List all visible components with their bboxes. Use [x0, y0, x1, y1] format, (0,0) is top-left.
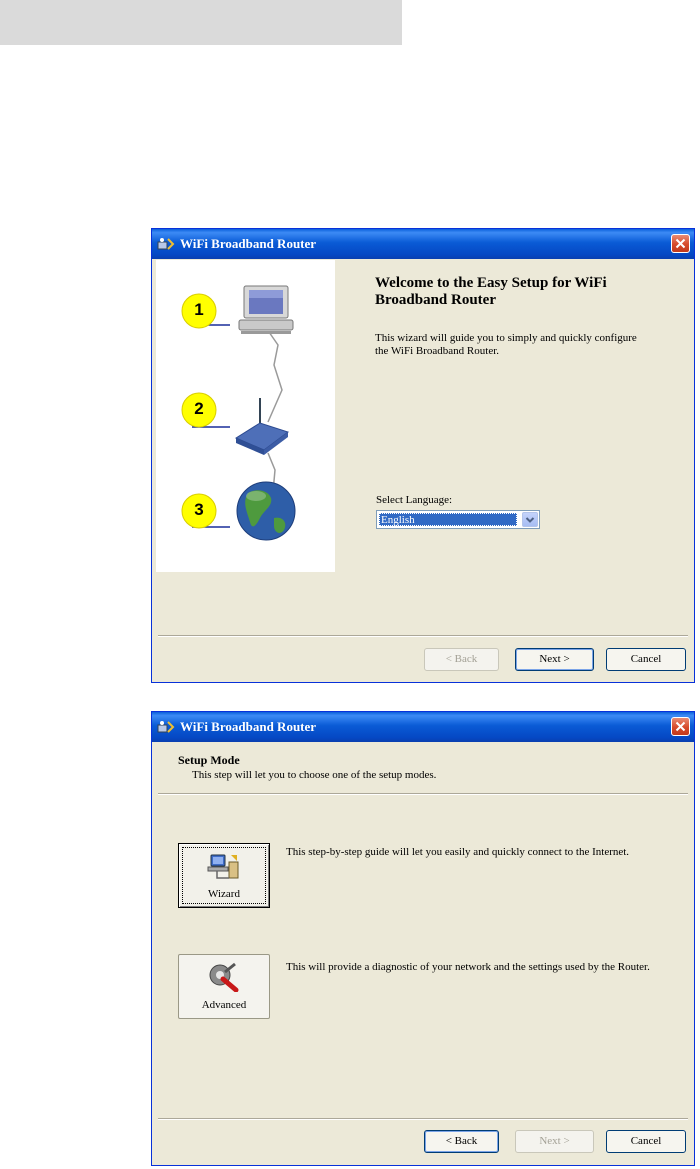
header-gray-bar [0, 0, 402, 45]
close-button[interactable] [671, 234, 690, 253]
wizard-description: This step-by-step guide will let you eas… [286, 846, 630, 858]
cancel-button[interactable]: Cancel [606, 1130, 686, 1153]
router-icon [234, 398, 290, 455]
cancel-button[interactable]: Cancel [606, 648, 686, 671]
window-title: WiFi Broadband Router [180, 236, 317, 251]
footer-separator [158, 1118, 688, 1120]
welcome-description: This wizard will guide you to simply and… [375, 332, 637, 357]
advanced-tools-icon [209, 962, 239, 992]
next-button[interactable]: Next > [515, 1130, 594, 1153]
advanced-button[interactable]: Advanced [178, 954, 270, 1019]
setup-mode-dialog: WiFi Broadband Router Setup Mode This st… [151, 711, 695, 1166]
wizard-icon [207, 854, 239, 879]
window-title: WiFi Broadband Router [180, 719, 317, 734]
setup-steps-illustration [181, 285, 296, 541]
section-subtitle: This step will let you to choose one of … [192, 769, 437, 781]
language-label: Select Language: [376, 494, 453, 506]
language-selected-value: English [379, 513, 517, 526]
step-3-number: 3 [194, 500, 204, 519]
step-2-number: 2 [194, 399, 204, 418]
step-1-number: 1 [194, 300, 204, 319]
wizard-label: Wizard [208, 888, 240, 900]
footer-separator [158, 635, 688, 637]
dropdown-arrow-button[interactable] [522, 512, 538, 527]
language-select[interactable]: English [376, 510, 540, 529]
back-button[interactable]: < Back [424, 1130, 499, 1153]
title-bar[interactable]: WiFi Broadband Router [152, 229, 694, 259]
title-bar[interactable]: WiFi Broadband Router [152, 712, 694, 742]
section-title: Setup Mode [178, 753, 240, 767]
close-icon [675, 238, 686, 249]
welcome-heading: Welcome to the Easy Setup for WiFi Broad… [375, 275, 607, 308]
next-button[interactable]: Next > [515, 648, 594, 671]
welcome-dialog: WiFi Broadband Router 1 2 3 Welcome to t… [151, 228, 695, 683]
chevron-down-icon [525, 517, 535, 523]
illustration-panel: 1 2 3 [156, 260, 335, 572]
advanced-label: Advanced [201, 999, 247, 1011]
globe-icon [236, 481, 296, 541]
close-button[interactable] [671, 717, 690, 736]
header-separator [158, 793, 688, 795]
advanced-description: This will provide a diagnostic of your n… [286, 961, 650, 973]
app-icon [157, 238, 175, 250]
app-icon [157, 721, 175, 733]
close-icon [675, 721, 686, 732]
back-button[interactable]: < Back [424, 648, 499, 671]
wizard-button[interactable]: Wizard [178, 843, 270, 908]
computer-icon [238, 285, 294, 334]
